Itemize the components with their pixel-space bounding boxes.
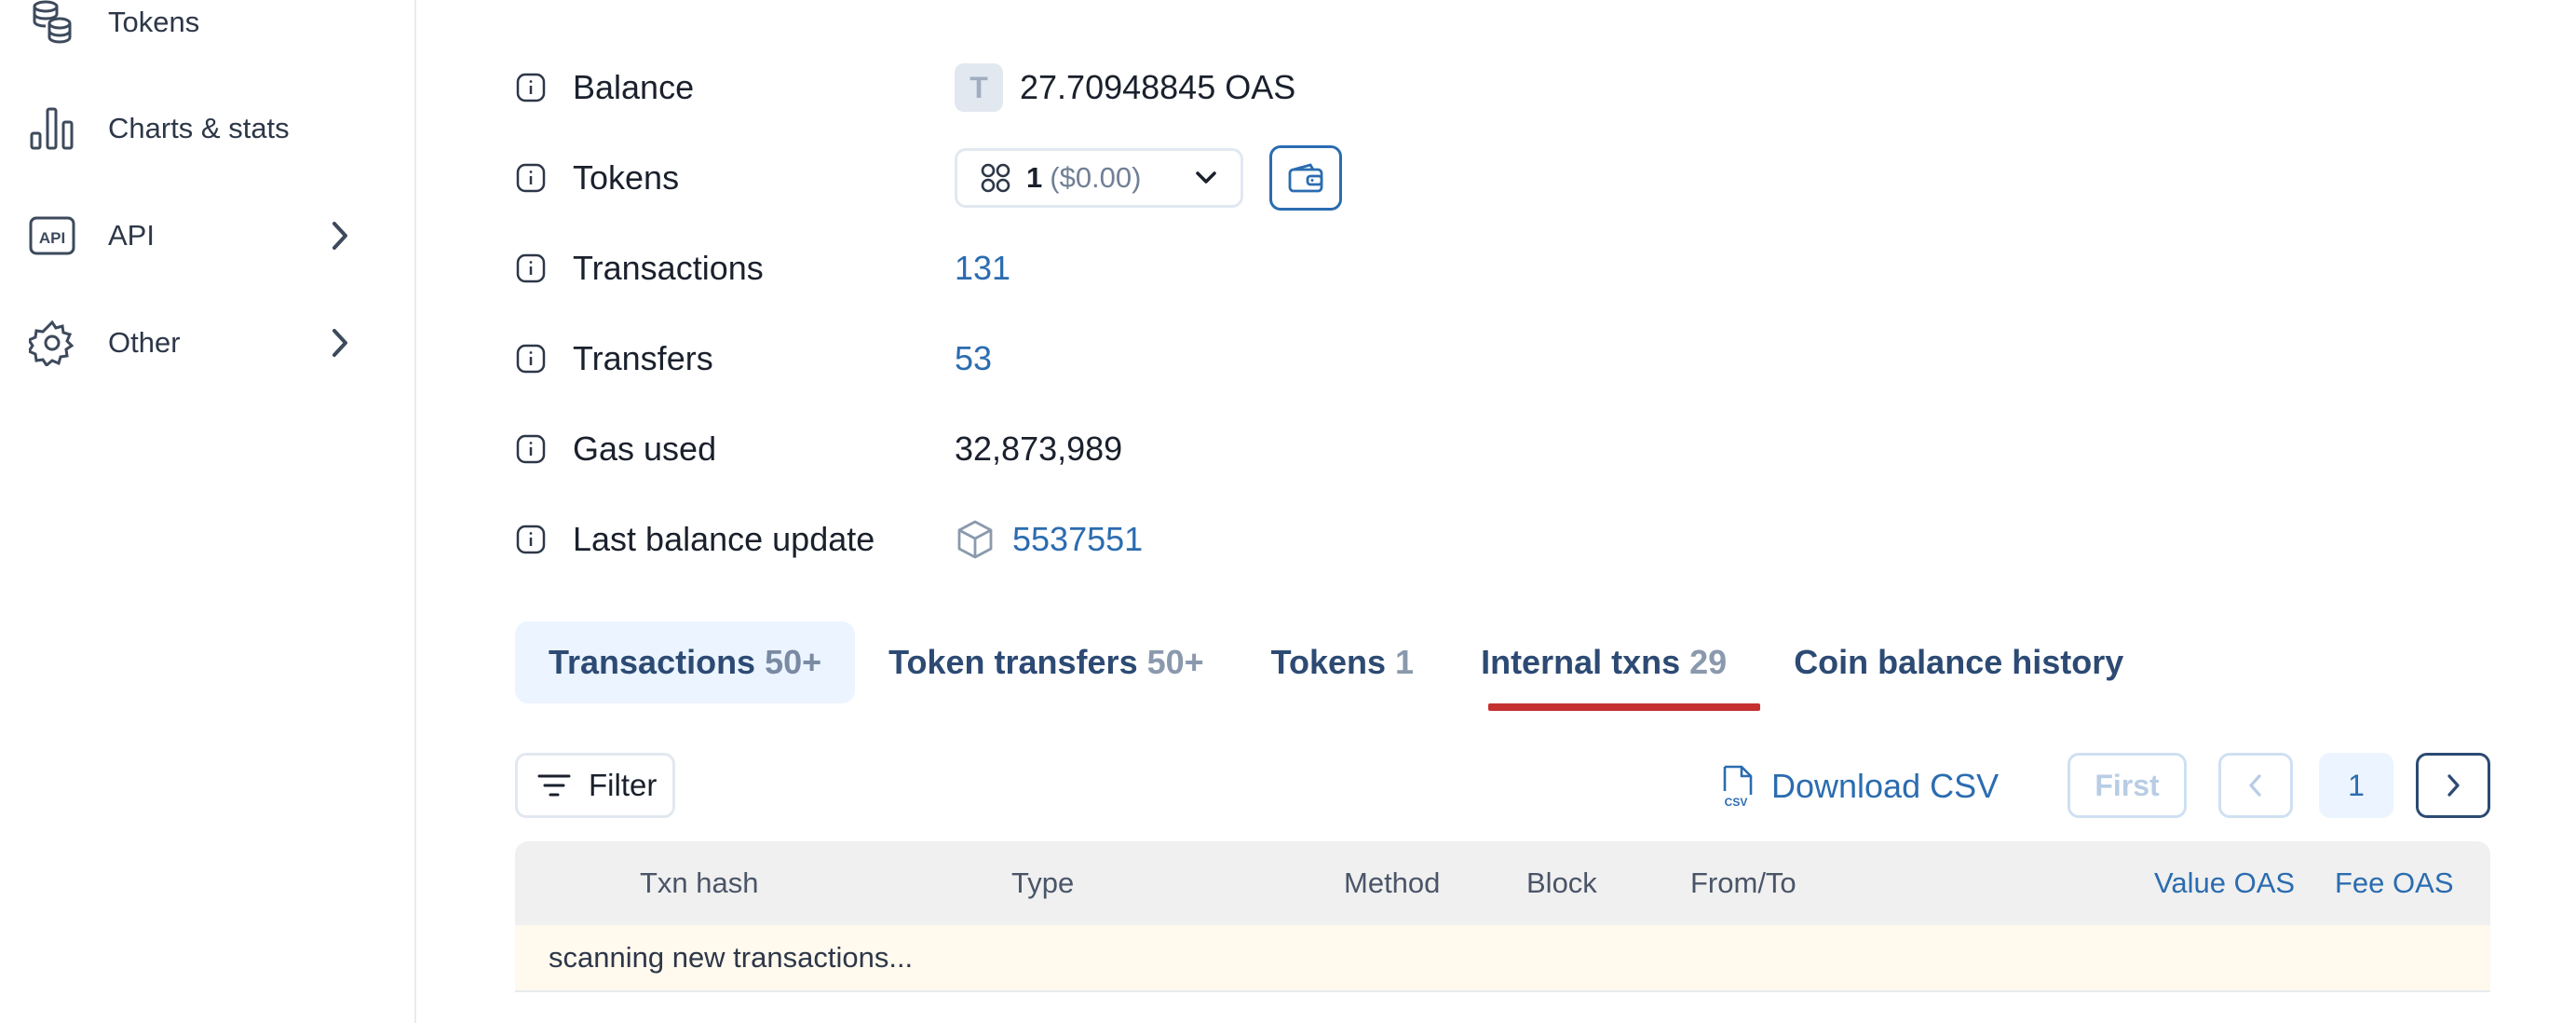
token-usd: ($0.00) [1050,161,1142,194]
detail-row-tokens: Tokens 1 ($0.00) [515,145,1342,211]
tokens-label: Tokens [573,158,680,197]
column-header-fee[interactable]: Fee OAS [2335,841,2454,925]
svg-text:CSV: CSV [1725,796,1748,809]
tab-count: 50+ [1146,643,1204,681]
svg-text:API: API [39,229,65,247]
sidebar-item-other[interactable]: Other [28,315,354,371]
transactions-table-header: Txn hash Type Method Block From/To Value… [515,841,2490,925]
tab-transactions[interactable]: Transactions 50+ [515,621,856,703]
chevron-left-icon [2249,774,2261,797]
column-header-from-to: From/To [1690,866,1796,899]
chevron-down-icon [1194,170,1218,186]
filter-label: Filter [589,768,658,802]
column-header-block: Block [1526,866,1597,899]
last-balance-update-value: 5537551 [955,519,1143,560]
address-tabs: Transactions 50+ Token transfers 50+ Token… [515,621,2157,711]
coins-icon [28,0,76,47]
bar-chart-icon [28,104,76,153]
api-icon: API [28,211,76,260]
chevron-right-icon [2447,774,2460,797]
column-header-type: Type [1011,866,1075,899]
wallet-button[interactable] [1269,145,1342,211]
pagination-prev-button[interactable] [2218,753,2293,818]
download-csv-button[interactable]: CSV Download CSV [1719,757,1999,816]
sidebar-item-label: Tokens [108,6,200,38]
detail-row-balance: Balance T 27.70948845 OAS [515,60,1295,116]
detail-row-transactions: Transactions 131 [515,240,1010,296]
grid-icon [981,163,1010,193]
info-icon[interactable] [515,162,547,194]
tab-coin-balance-history[interactable]: Coin balance history [1760,621,2157,703]
gas-used-label: Gas used [573,430,717,468]
column-header-method: Method [1344,866,1441,899]
detail-row-transfers: Transfers 53 [515,331,992,387]
tab-underline [1488,703,1761,711]
info-icon[interactable] [515,524,547,555]
tab-count: 50+ [765,643,822,681]
detail-row-gas-used: Gas used 32,873,989 [515,421,1122,477]
sidebar-item-label: API [108,219,155,252]
pagination-current-page: 1 [2319,753,2393,818]
filter-button[interactable]: Filter [515,753,675,818]
block-icon [955,519,996,560]
scanning-notice-row: scanning new transactions... [515,925,2490,992]
sidebar-item-label: Charts & stats [108,112,290,144]
tokens-value: 1 ($0.00) [955,145,1342,211]
tab-token-transfers[interactable]: Token transfers 50+ [855,621,1238,703]
tab-internal-txns[interactable]: Internal txns 29 [1447,621,1761,711]
last-balance-update-label: Last balance update [573,520,875,558]
tab-count: 1 [1395,643,1415,681]
token-count: 1 [1026,161,1043,194]
transfers-count-link[interactable]: 53 [955,339,992,378]
info-icon[interactable] [515,343,547,375]
csv-file-icon: CSV [1723,765,1753,809]
balance-value: T 27.70948845 OAS [955,63,1295,112]
tab-tokens[interactable]: Tokens 1 [1238,621,1447,703]
tab-label: Coin balance history [1794,643,2124,681]
info-icon[interactable] [515,252,547,284]
tab-label: Token transfers [888,643,1138,681]
column-header-txn-hash: Txn hash [640,866,759,899]
detail-row-last-balance-update: Last balance update 5537551 [515,512,1143,567]
info-icon[interactable] [515,72,547,103]
tab-label: Tokens [1270,643,1387,681]
transactions-label: Transactions [573,249,764,287]
wallet-icon [1288,163,1323,193]
download-csv-label: Download CSV [1771,767,2000,805]
sidebar-item-tokens[interactable]: Tokens [28,0,354,50]
scanning-notice-text: scanning new transactions... [549,941,914,974]
pagination-first-button[interactable]: First [2068,753,2187,818]
balance-label: Balance [573,68,695,106]
balance-amount: 27.70948845 OAS [1020,68,1296,106]
sidebar-item-api[interactable]: API API [28,208,354,264]
token-select-dropdown[interactable]: 1 ($0.00) [955,148,1243,208]
column-header-value[interactable]: Value OAS [2154,841,2295,925]
chevron-right-icon [326,324,354,361]
chevron-right-icon [326,217,354,254]
transactions-count-link[interactable]: 131 [955,249,1010,288]
gas-used-value: 32,873,989 [955,430,1123,468]
sidebar: Tokens Charts & stats API API Other [0,0,416,1023]
sidebar-item-charts-stats[interactable]: Charts & stats [28,101,354,157]
tab-label: Transactions [549,643,756,681]
sidebar-item-label: Other [108,326,181,359]
transfers-label: Transfers [573,339,713,377]
gear-icon [28,319,76,367]
tab-label: Internal txns [1481,643,1681,681]
pagination-next-button[interactable] [2416,753,2490,818]
token-avatar: T [955,63,1003,112]
block-number-link[interactable]: 5537551 [1012,520,1143,559]
info-icon[interactable] [515,433,547,465]
filter-icon [537,774,571,797]
tab-count: 29 [1689,643,1728,681]
